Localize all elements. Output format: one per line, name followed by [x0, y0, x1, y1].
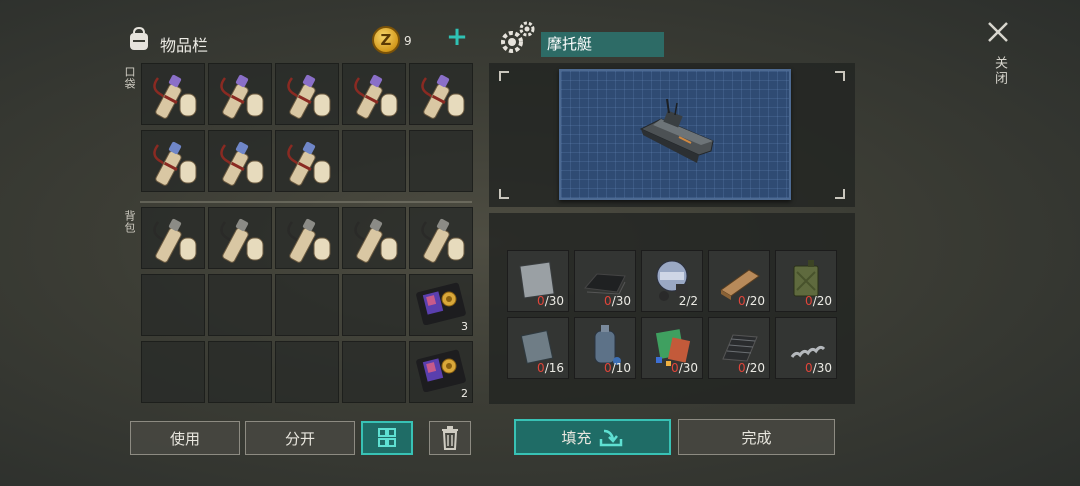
- material-count: 0/20: [738, 361, 765, 375]
- trash-icon: [442, 426, 458, 450]
- material-count: 0/30: [604, 294, 631, 308]
- backpack-slot[interactable]: [208, 274, 272, 336]
- sort-button[interactable]: [361, 421, 413, 455]
- pocket-slot[interactable]: [409, 63, 473, 125]
- material-slot[interactable]: 0/10: [574, 317, 636, 379]
- pocket-slot[interactable]: [275, 130, 339, 192]
- close-label[interactable]: 关闭: [990, 56, 1009, 86]
- complete-button[interactable]: 完成: [678, 419, 835, 455]
- blueprint-scroll-plain-icon: [146, 212, 202, 270]
- backpack-slot[interactable]: 3: [409, 274, 473, 336]
- blueprint-scroll-blue-icon: [280, 135, 336, 193]
- material-count: 0/20: [805, 294, 832, 308]
- backpack-slot[interactable]: [275, 341, 339, 403]
- backpack-slot[interactable]: [208, 207, 272, 269]
- backpack-slot[interactable]: [409, 207, 473, 269]
- pocket-slot[interactable]: [208, 130, 272, 192]
- vehicle-name: 摩托艇: [541, 32, 664, 57]
- material-count: 0/20: [738, 294, 765, 308]
- inventory-title: 物品栏: [160, 36, 209, 55]
- add-coins-button[interactable]: +: [446, 24, 468, 50]
- backpack-slot[interactable]: [141, 341, 205, 403]
- backpack-slot[interactable]: [275, 274, 339, 336]
- material-count: 2/2: [678, 294, 698, 308]
- pocket-slot[interactable]: [141, 130, 205, 192]
- material-count: 0/30: [671, 361, 698, 375]
- material-slot[interactable]: 0/30: [641, 317, 703, 379]
- backpack-slot[interactable]: 2: [409, 341, 473, 403]
- blueprint-scroll-purple-icon: [280, 68, 336, 126]
- blueprint-scroll-blue-icon: [213, 135, 269, 193]
- blueprint-scroll-purple-icon: [347, 68, 403, 126]
- material-slot[interactable]: 0/30: [507, 250, 569, 312]
- pocket-slot[interactable]: [342, 130, 406, 192]
- item-count: 2: [461, 387, 468, 400]
- blueprint-scroll-plain-icon: [280, 212, 336, 270]
- pocket-slot[interactable]: [275, 63, 339, 125]
- pocket-slot[interactable]: [409, 130, 473, 192]
- blueprint-scroll-plain-icon: [414, 212, 470, 270]
- material-slot[interactable]: 0/16: [507, 317, 569, 379]
- blueprint-scroll-purple-icon: [146, 68, 202, 126]
- coin-icon: Z: [372, 26, 400, 54]
- backpack-label: 背包: [123, 210, 136, 234]
- pocket-slot[interactable]: [342, 63, 406, 125]
- backpack-slot[interactable]: [141, 274, 205, 336]
- close-icon[interactable]: [986, 20, 1010, 44]
- item-count: 3: [461, 320, 468, 333]
- pocket-label: 口袋: [123, 66, 136, 90]
- material-count: 0/16: [537, 361, 564, 375]
- backpack-slot[interactable]: [141, 207, 205, 269]
- material-count: 0/10: [604, 361, 631, 375]
- blueprint-image: [559, 69, 791, 200]
- backpack-slot[interactable]: [342, 274, 406, 336]
- material-slot[interactable]: 0/20: [708, 317, 770, 379]
- trash-button[interactable]: [429, 421, 471, 455]
- blueprint-scroll-purple-icon: [213, 68, 269, 126]
- backpack-icon: [130, 26, 148, 50]
- blueprint-scroll-blue-icon: [146, 135, 202, 193]
- backpack-slot[interactable]: [342, 341, 406, 403]
- use-button[interactable]: 使用: [130, 421, 240, 455]
- material-slot[interactable]: 0/30: [574, 250, 636, 312]
- blueprint-scroll-plain-icon: [347, 212, 403, 270]
- pocket-slot[interactable]: [141, 63, 205, 125]
- material-slot[interactable]: 0/30: [775, 317, 837, 379]
- material-slot[interactable]: 0/20: [775, 250, 837, 312]
- material-count: 0/30: [537, 294, 564, 308]
- blueprint-scroll-purple-icon: [414, 68, 470, 126]
- section-divider: [140, 201, 472, 203]
- grid-sort-icon: [378, 428, 396, 447]
- material-slot[interactable]: 2/2: [641, 250, 703, 312]
- gears-icon: [501, 21, 535, 53]
- fill-arrow-icon: [599, 429, 622, 447]
- fill-label: 填充: [561, 428, 592, 447]
- material-slot[interactable]: 0/20: [708, 250, 770, 312]
- backpack-slot[interactable]: [342, 207, 406, 269]
- split-button[interactable]: 分开: [245, 421, 355, 455]
- backpack-slot[interactable]: [275, 207, 339, 269]
- fill-button[interactable]: 填充: [514, 419, 671, 455]
- motorboat-icon: [639, 98, 714, 163]
- blueprint-scroll-plain-icon: [213, 212, 269, 270]
- material-count: 0/30: [805, 361, 832, 375]
- pocket-slot[interactable]: [208, 63, 272, 125]
- coin-count: 9: [404, 34, 412, 48]
- backpack-slot[interactable]: [208, 341, 272, 403]
